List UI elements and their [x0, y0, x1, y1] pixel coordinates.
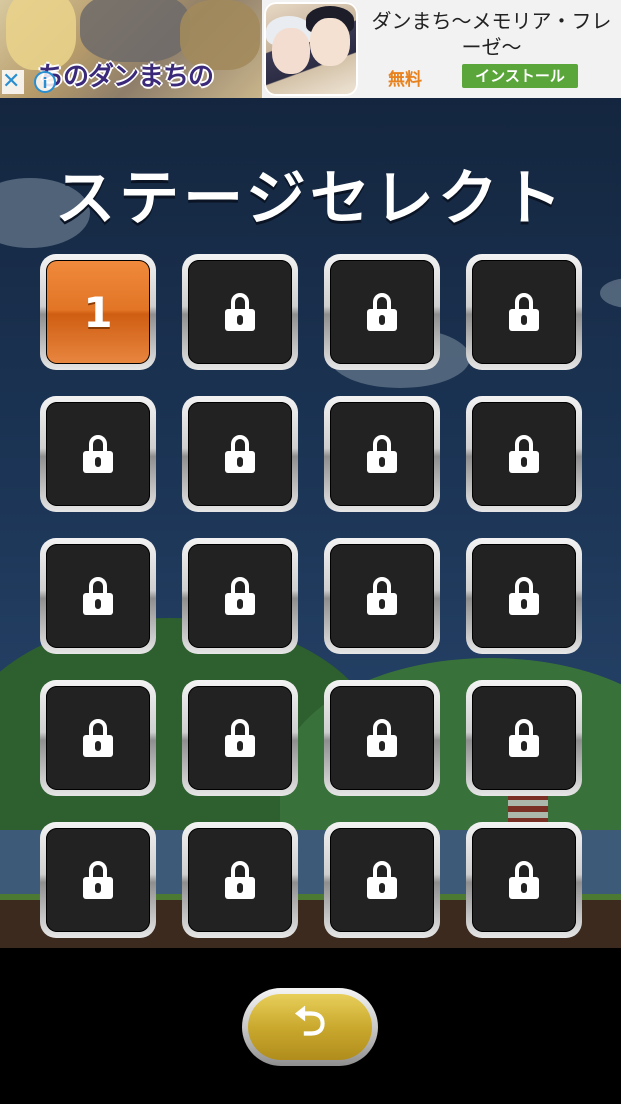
stage-tile-locked[interactable]: [466, 254, 582, 370]
stage-number: 1: [83, 287, 113, 337]
stage-tile-face: [472, 260, 576, 364]
stage-tile-face: [46, 686, 150, 790]
lock-icon: [367, 861, 397, 899]
stage-tile-face: [46, 402, 150, 506]
stage-tile-locked[interactable]: [182, 254, 298, 370]
stage-tile-face: [188, 544, 292, 648]
stage-tile-face: [330, 260, 434, 364]
stage-tile-face: [46, 828, 150, 932]
stage-tile-locked[interactable]: [324, 538, 440, 654]
lock-icon: [367, 577, 397, 615]
stage-tile-unlocked[interactable]: 1: [40, 254, 156, 370]
ad-close-icon[interactable]: ✕: [2, 70, 24, 94]
stage-tile-locked[interactable]: [466, 396, 582, 512]
stage-tile-locked[interactable]: [466, 822, 582, 938]
lock-icon: [83, 577, 113, 615]
stage-tile-locked[interactable]: [182, 396, 298, 512]
stage-tile-locked[interactable]: [40, 680, 156, 796]
app-icon-face: [310, 18, 350, 66]
stage-tile-face: [472, 544, 576, 648]
stage-tile-locked[interactable]: [182, 822, 298, 938]
stage-tile-locked[interactable]: [324, 396, 440, 512]
stage-tile-face: [472, 686, 576, 790]
ad-app-icon[interactable]: [264, 2, 358, 96]
stage-tile-locked[interactable]: [40, 538, 156, 654]
ad-info-icon[interactable]: i: [34, 71, 56, 93]
lock-icon: [225, 719, 255, 757]
lock-icon: [509, 577, 539, 615]
app-icon-face: [272, 28, 310, 74]
stage-tile-locked[interactable]: [324, 254, 440, 370]
stage-tile-face: [188, 686, 292, 790]
lock-icon: [83, 435, 113, 473]
stage-tile-face: [46, 544, 150, 648]
stage-tile-face: [330, 686, 434, 790]
stage-tile-face: [188, 828, 292, 932]
lock-icon: [509, 861, 539, 899]
stage-tile-locked[interactable]: [324, 822, 440, 938]
cloud: [600, 278, 621, 308]
stage-tile-face: [330, 544, 434, 648]
lock-icon: [83, 719, 113, 757]
lock-icon: [509, 435, 539, 473]
stage-tile-locked[interactable]: [466, 680, 582, 796]
stage-tile-face: [330, 402, 434, 506]
stage-tile-face: 1: [46, 260, 150, 364]
stage-tile-locked[interactable]: [324, 680, 440, 796]
lock-icon: [367, 719, 397, 757]
lock-icon: [225, 293, 255, 331]
stage-tile-locked[interactable]: [466, 538, 582, 654]
stage-tile-locked[interactable]: [40, 822, 156, 938]
lock-icon: [225, 861, 255, 899]
lock-icon: [225, 577, 255, 615]
stage-tile-face: [330, 828, 434, 932]
stage-tile-face: [188, 260, 292, 364]
lock-icon: [367, 435, 397, 473]
back-button[interactable]: ⮌: [242, 988, 378, 1066]
ad-art-title: ちのダンまちの: [38, 62, 214, 92]
lock-icon: [225, 435, 255, 473]
lock-icon: [83, 861, 113, 899]
stage-grid: 1: [40, 254, 584, 938]
page-title: ステージセレクト: [55, 164, 566, 234]
stage-tile-locked[interactable]: [182, 680, 298, 796]
stage-tile-face: [472, 828, 576, 932]
ad-character-art: [80, 0, 190, 62]
stage-tile-face: [188, 402, 292, 506]
return-arrow-icon: ⮌: [248, 994, 372, 1060]
ad-app-name[interactable]: ダンまち〜メモリア・フレーゼ〜: [362, 8, 621, 60]
ad-price-label: 無料: [388, 70, 422, 90]
lock-icon: [509, 293, 539, 331]
stage-tile-face: [472, 402, 576, 506]
stage-tile-locked[interactable]: [182, 538, 298, 654]
lock-icon: [367, 293, 397, 331]
ad-banner[interactable]: ちのダンまちの ✕ i ダンまち〜メモリア・フレーゼ〜 無料 インストール: [0, 0, 621, 98]
ad-install-button[interactable]: インストール: [462, 64, 578, 88]
lock-icon: [509, 719, 539, 757]
stage-tile-locked[interactable]: [40, 396, 156, 512]
